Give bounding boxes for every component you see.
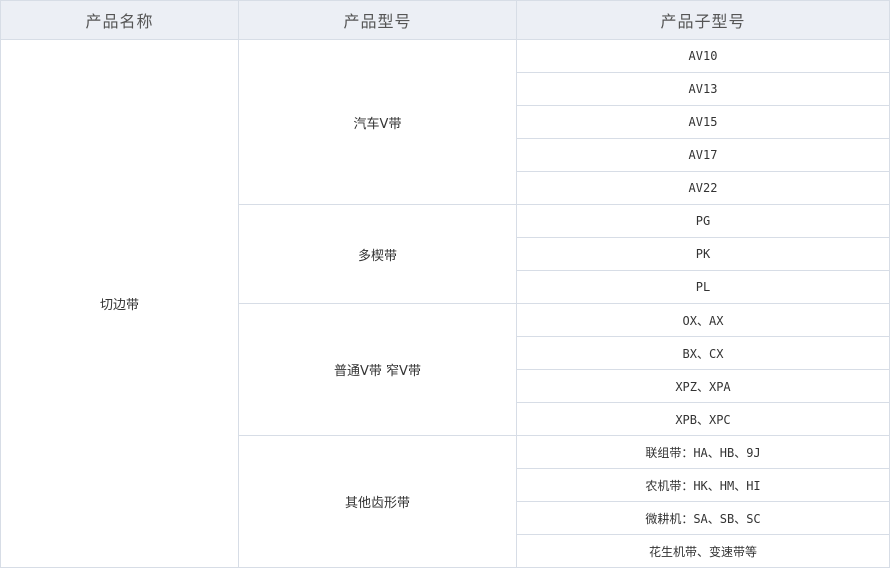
header-product-submodel: 产品子型号 <box>516 0 890 40</box>
submodel-cell: PK <box>516 237 890 271</box>
submodel-cell: PG <box>516 204 890 238</box>
submodel-cell: AV13 <box>516 72 890 106</box>
submodel-cell: OX、AX <box>516 303 890 337</box>
model-cell: 多楔带 <box>238 204 517 304</box>
submodel-cell: 联组带：HA、HB、9J <box>516 435 890 469</box>
header-product-name: 产品名称 <box>0 0 239 40</box>
header-product-model: 产品型号 <box>238 0 517 40</box>
submodel-cell: XPB、XPC <box>516 402 890 436</box>
table-row: 切边带 汽车V带 AV10 <box>0 39 890 568</box>
submodel-cell: 花生机带、变速带等 <box>516 534 890 568</box>
submodel-cell: AV15 <box>516 105 890 139</box>
submodel-cell: BX、CX <box>516 336 890 370</box>
submodel-cell: AV22 <box>516 171 890 205</box>
product-table: 产品名称 产品型号 产品子型号 切边带 汽车V带 AV10 AV13 AV15 … <box>0 0 890 568</box>
submodel-cell: AV17 <box>516 138 890 172</box>
submodel-cell: 农机带：HK、HM、HI <box>516 468 890 502</box>
product-name-cell: 切边带 <box>0 39 239 568</box>
submodel-cell: XPZ、XPA <box>516 369 890 403</box>
model-cell: 汽车V带 <box>238 39 517 205</box>
model-cell: 其他齿形带 <box>238 435 517 568</box>
submodel-cell: PL <box>516 270 890 304</box>
submodel-cell: AV10 <box>516 39 890 73</box>
header-row: 产品名称 产品型号 产品子型号 <box>0 0 890 40</box>
submodel-cell: 微耕机：SA、SB、SC <box>516 501 890 535</box>
model-cell: 普通V带 窄V带 <box>238 303 517 436</box>
